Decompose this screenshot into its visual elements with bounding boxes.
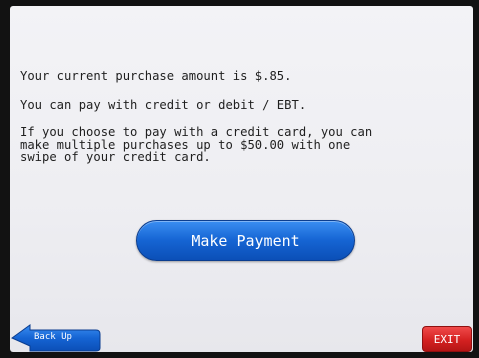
kiosk-bezel: Your current purchase amount is $.85. Yo…	[0, 0, 479, 358]
purchase-amount-text: Your current purchase amount is $.85.	[20, 69, 292, 83]
make-payment-button[interactable]: Make Payment	[136, 220, 355, 261]
back-up-button[interactable]: Back Up	[10, 324, 102, 352]
exit-button[interactable]: EXIT	[422, 326, 472, 352]
payment-methods-text: You can pay with credit or debit / EBT.	[20, 98, 307, 112]
back-up-label: Back Up	[34, 332, 72, 342]
credit-card-info-text: If you choose to pay with a credit card,…	[20, 125, 373, 164]
kiosk-screen: Your current purchase amount is $.85. Yo…	[10, 6, 473, 352]
